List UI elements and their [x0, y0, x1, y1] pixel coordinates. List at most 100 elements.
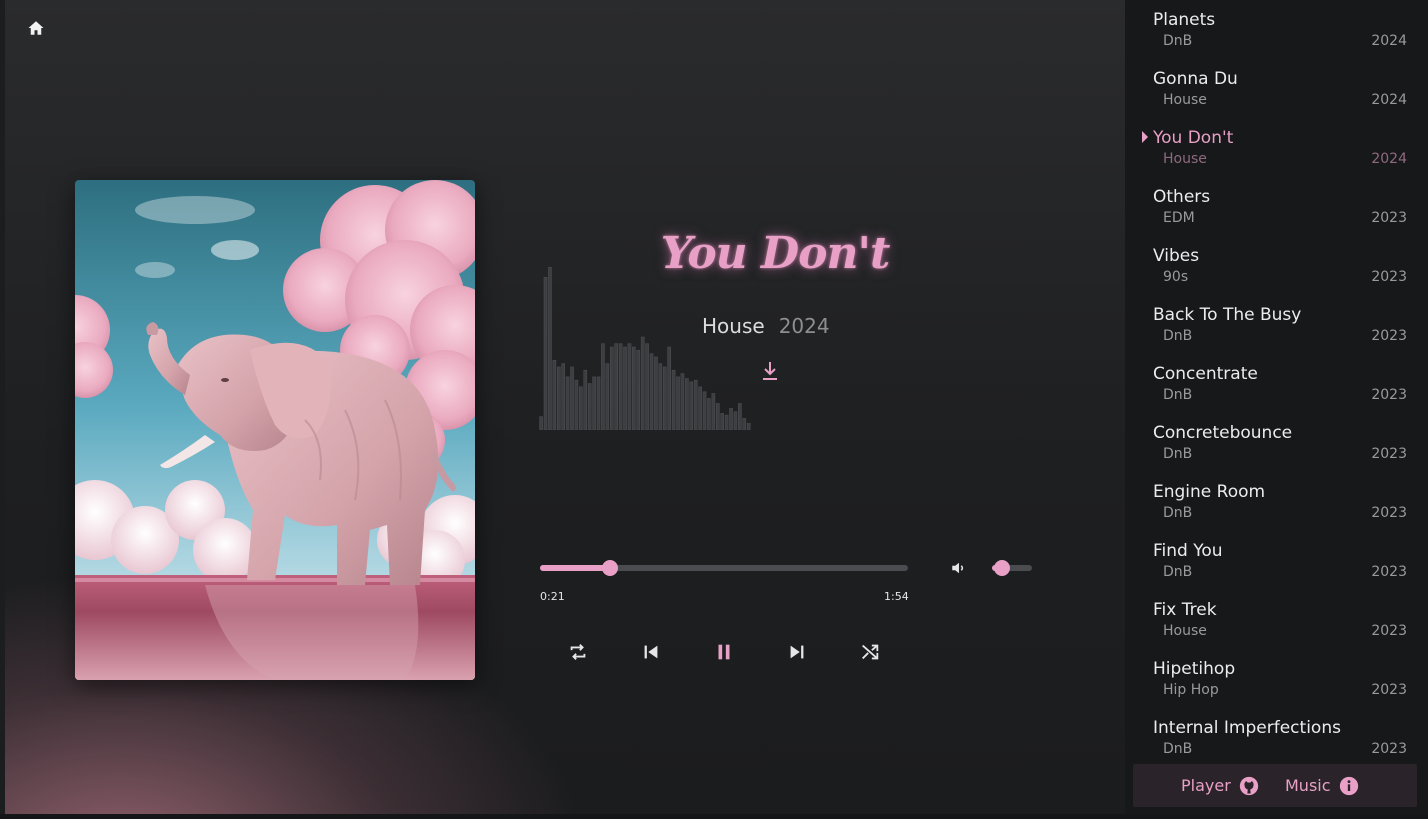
playlist-item-title: Internal Imperfections — [1153, 718, 1341, 738]
playlist-item[interactable]: Fix Trek House 2023 — [1125, 590, 1428, 649]
visualizer-bar — [680, 373, 685, 430]
player-github-link[interactable]: Player — [1181, 764, 1259, 807]
visualizer-bar — [746, 423, 751, 430]
github-icon — [1239, 776, 1258, 795]
repeat-icon[interactable] — [567, 641, 589, 663]
playlist-item[interactable]: Planets DnB 2024 — [1125, 0, 1428, 59]
now-playing-icon — [1142, 131, 1148, 143]
progress-slider[interactable] — [540, 560, 908, 576]
skip-next-icon[interactable] — [786, 641, 808, 663]
current-time: 0:21 — [540, 590, 565, 603]
player-panel: You Don't House 2024 0:21 1:54 — [5, 0, 1125, 816]
visualizer-bar — [707, 398, 711, 430]
playlist-item[interactable]: Hipetihop Hip Hop 2023 — [1125, 649, 1428, 708]
visualizer-bar — [574, 379, 579, 430]
playlist-sidebar: Planets DnB 2024 Gonna Du House 2024 You Don't… — [1125, 0, 1428, 816]
playlist-item-year: 2023 — [1371, 623, 1407, 639]
visualizer-bar — [539, 416, 543, 430]
playlist-item-title: Find You — [1153, 541, 1223, 561]
playlist-item-genre: DnB — [1163, 505, 1193, 521]
music-link-label: Music — [1285, 776, 1331, 795]
playlist-item-genre: DnB — [1163, 446, 1193, 462]
info-icon — [1339, 776, 1358, 795]
track-year: 2024 — [778, 314, 830, 338]
playlist-item[interactable]: Find You DnB 2023 — [1125, 531, 1428, 590]
playlist-item[interactable]: Concentrate DnB 2023 — [1125, 354, 1428, 413]
playlist-item-year: 2023 — [1371, 210, 1407, 226]
playlist-item-title: You Don't — [1153, 128, 1234, 148]
visualizer-bar — [662, 366, 667, 430]
progress-fill — [540, 565, 610, 571]
playlist-item-title: Concretebounce — [1153, 423, 1293, 443]
visualizer-bar — [583, 369, 588, 430]
track-title: You Don't — [660, 228, 891, 279]
playlist[interactable]: Planets DnB 2024 Gonna Du House 2024 You Don't… — [1125, 0, 1428, 760]
visualizer-bar — [640, 336, 645, 430]
volume-icon[interactable] — [950, 559, 968, 577]
playlist-item-title: Planets — [1153, 10, 1216, 30]
visualizer-bar — [685, 378, 689, 430]
visualizer-bar — [605, 363, 610, 430]
album-cover — [75, 180, 475, 680]
playlist-item-year: 2023 — [1371, 446, 1407, 462]
visualizer-bar — [632, 346, 636, 430]
download-icon[interactable] — [761, 360, 779, 382]
playlist-item-genre: DnB — [1163, 564, 1193, 580]
visualizer-bar — [570, 366, 574, 430]
visualizer-bar — [636, 350, 641, 430]
visualizer-bar — [548, 267, 552, 430]
visualizer-bar — [627, 343, 632, 430]
visualizer-bar — [556, 366, 561, 430]
progress-handle[interactable] — [601, 560, 618, 576]
visualizer-bar — [618, 343, 623, 430]
playlist-item-year: 2023 — [1371, 328, 1407, 344]
playlist-item-title: Concentrate — [1153, 364, 1258, 384]
playlist-item-year: 2023 — [1371, 741, 1407, 757]
playlist-item-genre: DnB — [1163, 33, 1193, 49]
playlist-item[interactable]: Others EDM 2023 — [1125, 177, 1428, 236]
player-link-label: Player — [1181, 776, 1231, 795]
visualizer-bar — [689, 381, 694, 430]
visualizer-bar — [667, 346, 671, 430]
playlist-item[interactable]: Concretebounce DnB 2023 — [1125, 413, 1428, 472]
visualizer-bar — [698, 386, 702, 430]
visualizer-bar — [552, 359, 557, 430]
visualizer-bar — [671, 369, 676, 430]
playlist-item[interactable]: Gonna Du House 2024 — [1125, 59, 1428, 118]
playlist-item-genre: DnB — [1163, 387, 1193, 403]
shuffle-icon[interactable] — [859, 641, 881, 663]
playlist-item[interactable]: You Don't House 2024 — [1125, 118, 1428, 177]
playlist-item-title: Gonna Du — [1153, 69, 1238, 89]
music-info-link[interactable]: Music — [1285, 764, 1359, 807]
pause-icon[interactable] — [713, 641, 735, 663]
playlist-item-year: 2023 — [1371, 269, 1407, 285]
visualizer-bar — [592, 376, 596, 430]
visualizer-bar — [693, 379, 698, 430]
playlist-item-genre: DnB — [1163, 328, 1193, 344]
playlist-item[interactable]: Back To The Busy DnB 2023 — [1125, 295, 1428, 354]
visualizer-bar — [587, 383, 592, 430]
playlist-item-genre: EDM — [1163, 210, 1195, 226]
visualizer-bar — [579, 386, 583, 430]
volume-slider[interactable] — [992, 560, 1032, 576]
playlist-item-title: Back To The Busy — [1153, 305, 1302, 325]
playlist-item-genre: House — [1163, 92, 1207, 108]
visualizer-bar — [738, 403, 742, 430]
playlist-item-genre: DnB — [1163, 741, 1193, 757]
playlist-item[interactable]: Internal Imperfections DnB 2023 — [1125, 708, 1428, 760]
playlist-item[interactable]: Engine Room DnB 2023 — [1125, 472, 1428, 531]
playlist-item-title: Vibes — [1153, 246, 1200, 266]
playlist-item-year: 2023 — [1371, 682, 1407, 698]
visualizer-bar — [609, 346, 614, 430]
visualizer-bar — [742, 418, 747, 430]
visualizer-bar — [720, 413, 724, 430]
playlist-item[interactable]: Vibes 90s 2023 — [1125, 236, 1428, 295]
visualizer-bar — [702, 391, 707, 430]
playlist-item-genre: House — [1163, 623, 1207, 639]
home-icon[interactable] — [27, 19, 45, 37]
playlist-item-genre: 90s — [1163, 269, 1189, 285]
volume-handle[interactable] — [994, 560, 1010, 576]
visualizer-bar — [623, 346, 627, 430]
playlist-item-title: Others — [1153, 187, 1211, 207]
skip-previous-icon[interactable] — [640, 641, 662, 663]
